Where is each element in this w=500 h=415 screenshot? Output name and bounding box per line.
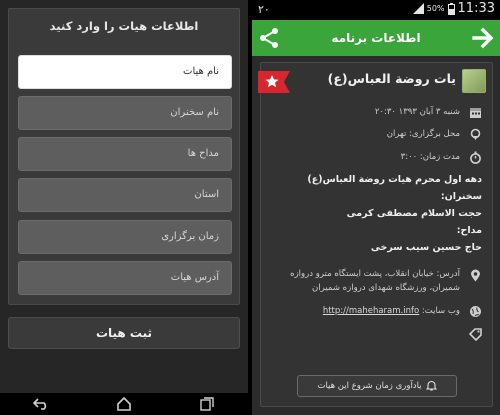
description-line: مداح:	[456, 225, 482, 236]
event-card: یات روضة العباس(ع) شنبه ۳ آبان ۱۳۹۳ ۲۰:۳…	[258, 62, 493, 407]
speaker-input[interactable]: نام سخنران	[18, 96, 232, 130]
reminder-button[interactable]: یادآوری زمان شروع این هیات	[297, 375, 457, 397]
time-input[interactable]: زمان برگزاری	[18, 220, 232, 254]
location-row: محل برگزاری: تهران	[271, 128, 482, 140]
event-date: شنبه ۳ آبان ۱۳۹۳ ۲۰:۳۰	[374, 107, 460, 117]
duration-row: مدت زمان: ۳:۰۰	[271, 151, 482, 164]
details-screen: ۲۰ 50% 11:33 اطلاعات برنامه یات روضة الع…	[252, 0, 500, 415]
status-time: 11:33	[457, 1, 495, 16]
description-line: حجت الاسلام مصطفی کرمی	[346, 208, 482, 219]
favorite-star-icon[interactable]	[258, 71, 290, 93]
home-nav-icon[interactable]	[112, 395, 136, 413]
status-bar: ۲۰ 50% 11:33	[252, 0, 500, 20]
description-line: دهه اول محرم هیات روضة العباس(ع)	[307, 174, 482, 185]
date-row: شنبه ۳ آبان ۱۳۹۳ ۲۰:۳۰	[271, 107, 482, 118]
name-input[interactable]: نام هیات	[18, 55, 232, 89]
address-input[interactable]: آدرس هیات	[18, 261, 232, 295]
form-card: اطلاعات هیات را وارد کنید نام هیات نام س…	[8, 8, 240, 305]
tag-icon[interactable]	[469, 328, 482, 341]
province-input[interactable]: استان	[18, 178, 232, 212]
address-row: آدرس: خیابان انقلاب، پشت ایستگاه مترو در…	[271, 267, 482, 295]
nav-bar	[0, 393, 248, 415]
signal-icon	[412, 3, 424, 14]
event-address: آدرس: خیابان انقلاب، پشت ایستگاه مترو در…	[290, 269, 460, 293]
eulogist-input[interactable]: مداح ها	[18, 137, 232, 171]
calendar-icon	[470, 108, 481, 118]
website-row: وب سایت: http://maheharam.info	[271, 306, 482, 317]
website-label: وب سایت:	[421, 306, 460, 316]
status-notification-count: ۲۰	[258, 3, 270, 16]
globe-icon	[470, 306, 481, 317]
back-nav-icon[interactable]	[29, 395, 53, 413]
event-thumbnail	[462, 69, 486, 93]
submit-button[interactable]: ثبت هیات	[8, 317, 240, 349]
event-duration: مدت زمان: ۳:۰۰	[400, 152, 460, 162]
bell-icon	[425, 380, 437, 391]
app-bar: اطلاعات برنامه	[252, 20, 500, 56]
event-location: محل برگزاری: تهران	[386, 129, 460, 139]
location-pin-icon	[470, 128, 481, 140]
recent-apps-icon[interactable]	[195, 395, 219, 413]
arrow-right-icon[interactable]	[471, 26, 495, 50]
form-title: اطلاعات هیات را وارد کنید	[49, 19, 199, 33]
form-screen: اطلاعات هیات را وارد کنید نام هیات نام س…	[0, 0, 248, 415]
battery-percent: 50%	[426, 4, 445, 13]
reminder-label: یادآوری زمان شروع این هیات	[317, 381, 422, 391]
map-pin-icon	[471, 269, 480, 282]
battery-icon	[447, 2, 455, 15]
stopwatch-icon	[470, 151, 481, 164]
description-line: سخنران:	[440, 191, 482, 202]
description-line: حاج حسین سیب سرخی	[370, 242, 482, 253]
app-bar-title: اطلاعات برنامه	[331, 31, 421, 45]
event-title: یات روضة العباس(ع)	[327, 71, 456, 86]
website-link[interactable]: http://maheharam.info	[323, 306, 419, 316]
